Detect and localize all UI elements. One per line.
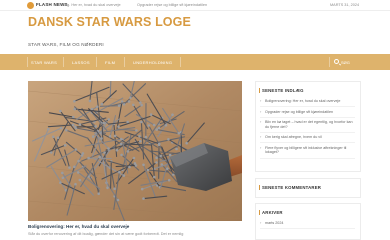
flash-news-link[interactable]: Opgrader rejse og billige sft kjøreindat… [137, 3, 207, 7]
nav-divider [180, 57, 181, 67]
flash-news-label: FLASH NEWS [36, 2, 68, 7]
main-navigation: STAR WARS LASSOS FILM UNDERHOLDNING SØG [0, 54, 390, 70]
nav-item-underholdning[interactable]: UNDERHOLDNING [133, 60, 172, 65]
nav-divider [27, 57, 28, 67]
recent-post-link[interactable]: Boligrenovering: Her er, hvad du skal ov… [260, 97, 355, 108]
flash-news-bar: FLASH NEWS Ing. Her er, hvad du skal ove… [0, 0, 390, 11]
current-date: MARTS 31, 2024 [330, 2, 360, 7]
search-icon[interactable] [334, 59, 339, 64]
nav-divider [124, 57, 125, 67]
widget-title: SENESTE INDLÆG [256, 82, 360, 93]
nav-item-lassos[interactable]: LASSOS [72, 60, 90, 65]
nav-divider [329, 57, 330, 67]
archive-link[interactable]: marts 2024 [260, 219, 355, 230]
widget-title: SENESTE KOMMENTARER [256, 179, 360, 190]
recent-post-link[interactable]: Opgrader rejse og billige sft kjøreindat… [260, 107, 355, 118]
flash-icon [27, 2, 34, 9]
nav-divider [96, 57, 97, 67]
recent-post-link[interactable]: Om kerig skal afregne, hvem du vil [260, 133, 355, 144]
widget-title: ARKIVER [256, 204, 360, 215]
site-title[interactable]: DANSK STAR WARS LOGE [28, 16, 228, 29]
recent-post-link[interactable]: Bliv en kø taget – hvad er det egentlig,… [260, 118, 355, 133]
nav-item-star-wars[interactable]: STAR WARS [31, 60, 57, 65]
nav-divider [63, 57, 64, 67]
post-excerpt: Står du overfor renovering af dit boalig… [28, 232, 184, 236]
recent-posts-widget: SENESTE INDLÆG Boligrenovering: Her er, … [255, 81, 361, 172]
hammer-and-nails-image [28, 81, 242, 221]
featured-image[interactable] [28, 81, 242, 221]
search-label[interactable]: SØG [341, 60, 350, 65]
post-title-link[interactable]: Boligrenovering: Her er, hvad du skal ov… [28, 224, 129, 229]
flash-news-link[interactable]: Ing. Her er, hvad du skal overveje [64, 3, 121, 7]
recent-post-link[interactable]: Flere flyver og billigere sft inklusive … [260, 143, 355, 159]
recent-comments-widget: SENESTE KOMMENTARER [255, 178, 361, 198]
nav-item-film[interactable]: FILM [105, 60, 115, 65]
site-tagline: STAR WARS, FILM OG NØRDERI [28, 42, 104, 47]
archive-widget: ARKIVER marts 2024 [255, 203, 361, 240]
